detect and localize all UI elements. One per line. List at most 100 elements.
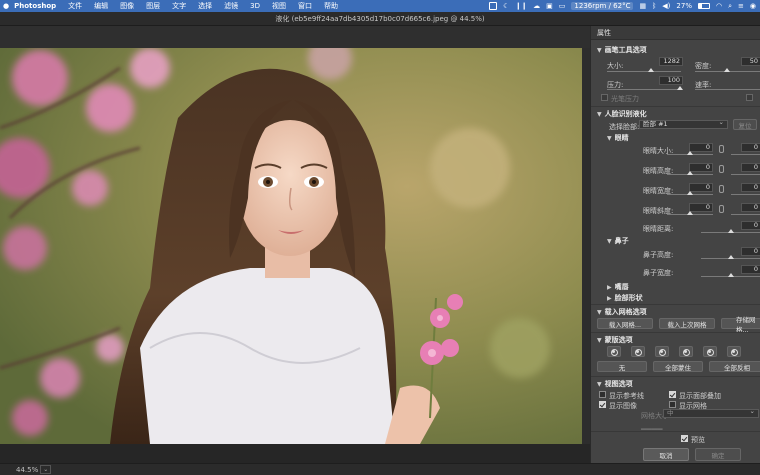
show-guides-checkbox[interactable]: [599, 391, 606, 398]
nose-width-input[interactable]: 0: [741, 265, 760, 274]
eye-tilt-right-input[interactable]: 0: [741, 203, 760, 212]
menu-image[interactable]: 图像: [114, 1, 140, 11]
show-face-overlay-checkbox[interactable]: [669, 391, 676, 398]
menu-layer[interactable]: 图层: [140, 1, 166, 11]
replace-selection-icon[interactable]: [607, 346, 621, 357]
menu-3d[interactable]: 3D: [244, 2, 266, 10]
brush-pressure-knob[interactable]: [677, 86, 683, 90]
brush-size-input[interactable]: 1282: [659, 57, 683, 66]
mesh-options-header[interactable]: ▼ 载入网格选项: [597, 307, 647, 317]
ok-button[interactable]: 确定: [695, 448, 741, 461]
load-mesh-button[interactable]: 载入网格...: [597, 318, 653, 329]
reset-button[interactable]: 复位: [733, 119, 757, 130]
eye-size-right-input[interactable]: 0: [741, 143, 760, 152]
mouth-header[interactable]: ▶ 嘴唇: [607, 282, 629, 292]
view-options-header[interactable]: ▼ 视图选项: [597, 379, 633, 389]
zoom-control[interactable]: 44.5% ⌄: [16, 465, 52, 474]
invert-selection-icon[interactable]: [703, 346, 717, 357]
panel-tab-properties[interactable]: 属性: [591, 26, 760, 40]
mask-extra-icon[interactable]: [727, 346, 741, 357]
link-icon[interactable]: [719, 165, 724, 173]
preview-checkbox[interactable]: [681, 435, 688, 442]
ps-cc-icon[interactable]: [489, 2, 498, 10]
face-liquify-header[interactable]: ▼ 人脸识别液化: [597, 109, 647, 119]
volume-icon[interactable]: ◀): [662, 2, 670, 10]
eye-height-right-input[interactable]: 0: [741, 163, 760, 172]
fan-stat[interactable]: 1236rpm / 62°C: [571, 2, 634, 10]
eye-width-right-slider[interactable]: [731, 194, 760, 195]
control-center-icon[interactable]: ≡: [738, 2, 744, 10]
grid-icon[interactable]: ▦: [639, 2, 646, 10]
cloud-icon[interactable]: ☁: [533, 2, 540, 10]
show-image-checkbox[interactable]: [599, 401, 606, 408]
bluetooth-icon[interactable]: ᛒ: [652, 2, 656, 10]
eye-tilt-left-knob[interactable]: [687, 211, 693, 215]
pin-edges-checkbox[interactable]: [746, 94, 753, 101]
eye-height-right-slider[interactable]: [731, 174, 760, 175]
chevron-down-icon[interactable]: ⌄: [40, 465, 52, 474]
nose-height-knob[interactable]: [728, 255, 734, 259]
stylus-pressure-checkbox[interactable]: [601, 94, 608, 101]
nose-height-input[interactable]: 0: [741, 247, 760, 256]
add-to-selection-icon[interactable]: [631, 346, 645, 357]
menu-type[interactable]: 文字: [166, 1, 192, 11]
brush-size-slider[interactable]: [607, 71, 681, 72]
link-icon[interactable]: [719, 185, 724, 193]
link-icon[interactable]: [719, 205, 724, 213]
eye-width-right-input[interactable]: 0: [741, 183, 760, 192]
menu-view[interactable]: 视图: [266, 1, 292, 11]
photo-canvas[interactable]: [0, 48, 582, 444]
moon-icon[interactable]: ☾: [503, 2, 509, 10]
nose-header[interactable]: ▼ 鼻子: [607, 236, 629, 246]
mesh-size-dropdown[interactable]: 中: [663, 408, 759, 418]
eye-size-right-slider[interactable]: [731, 154, 760, 155]
brush-pressure-input[interactable]: 100: [659, 76, 683, 85]
intersect-selection-icon[interactable]: [679, 346, 693, 357]
mask-none-button[interactable]: 无: [597, 361, 647, 372]
eyes-header[interactable]: ▼ 眼睛: [607, 133, 629, 143]
subtract-from-selection-icon[interactable]: [655, 346, 669, 357]
mask-options-header[interactable]: ▼ 蒙版选项: [597, 335, 633, 345]
eye-width-left-knob[interactable]: [687, 191, 693, 195]
brush-pressure-slider[interactable]: [607, 89, 681, 90]
eye-size-left-knob[interactable]: [687, 151, 693, 155]
select-face-dropdown[interactable]: 脸部 #1: [639, 119, 728, 129]
horizontal-scrollbar[interactable]: [0, 444, 590, 463]
menu-window[interactable]: 窗口: [292, 1, 318, 11]
save-mesh-button[interactable]: 存储网格...: [721, 316, 760, 334]
show-mesh-checkbox[interactable]: [669, 401, 676, 408]
spotlight-search-icon[interactable]: ⌕: [728, 2, 732, 11]
face-shape-header[interactable]: ▶ 脸部形状: [607, 293, 643, 303]
battery-percent[interactable]: 27%: [676, 2, 692, 10]
eye-height-left-knob[interactable]: [687, 171, 693, 175]
zoom-level[interactable]: 44.5%: [16, 466, 38, 474]
brush-rate-slider[interactable]: [695, 89, 760, 90]
pause-icon[interactable]: ❙❙: [515, 2, 527, 10]
load-last-mesh-button[interactable]: 载入上次网格: [659, 318, 715, 329]
menu-edit[interactable]: 编辑: [88, 1, 114, 11]
app-name[interactable]: Photoshop: [12, 2, 62, 10]
wifi-icon[interactable]: ◠: [716, 2, 722, 10]
link-icon[interactable]: [719, 145, 724, 153]
brush-density-knob[interactable]: [724, 68, 730, 72]
apple-icon[interactable]: ●: [0, 2, 12, 10]
vertical-scrollbar[interactable]: [582, 48, 590, 444]
battery-icon[interactable]: [697, 3, 710, 9]
menu-help[interactable]: 帮助: [318, 1, 344, 11]
invert-all-button[interactable]: 全部反相: [709, 361, 760, 372]
lock-icon[interactable]: ▣: [546, 2, 553, 10]
menu-file[interactable]: 文件: [62, 1, 88, 11]
eye-distance-input[interactable]: 0: [741, 221, 760, 230]
mask-all-button[interactable]: 全部蒙住: [653, 361, 703, 372]
cancel-button[interactable]: 取消: [643, 448, 689, 461]
eye-distance-knob[interactable]: [728, 229, 734, 233]
menu-filter[interactable]: 滤镜: [218, 1, 244, 11]
eye-tilt-right-slider[interactable]: [731, 214, 760, 215]
brush-density-input[interactable]: 50: [741, 57, 760, 66]
display-icon[interactable]: ▭: [559, 2, 566, 10]
nose-width-knob[interactable]: [728, 273, 734, 277]
brush-options-header[interactable]: ▼ 画笔工具选项: [597, 45, 647, 55]
brush-size-knob[interactable]: [648, 68, 654, 72]
menu-select[interactable]: 选择: [192, 1, 218, 11]
siri-icon[interactable]: ◉: [750, 2, 756, 10]
